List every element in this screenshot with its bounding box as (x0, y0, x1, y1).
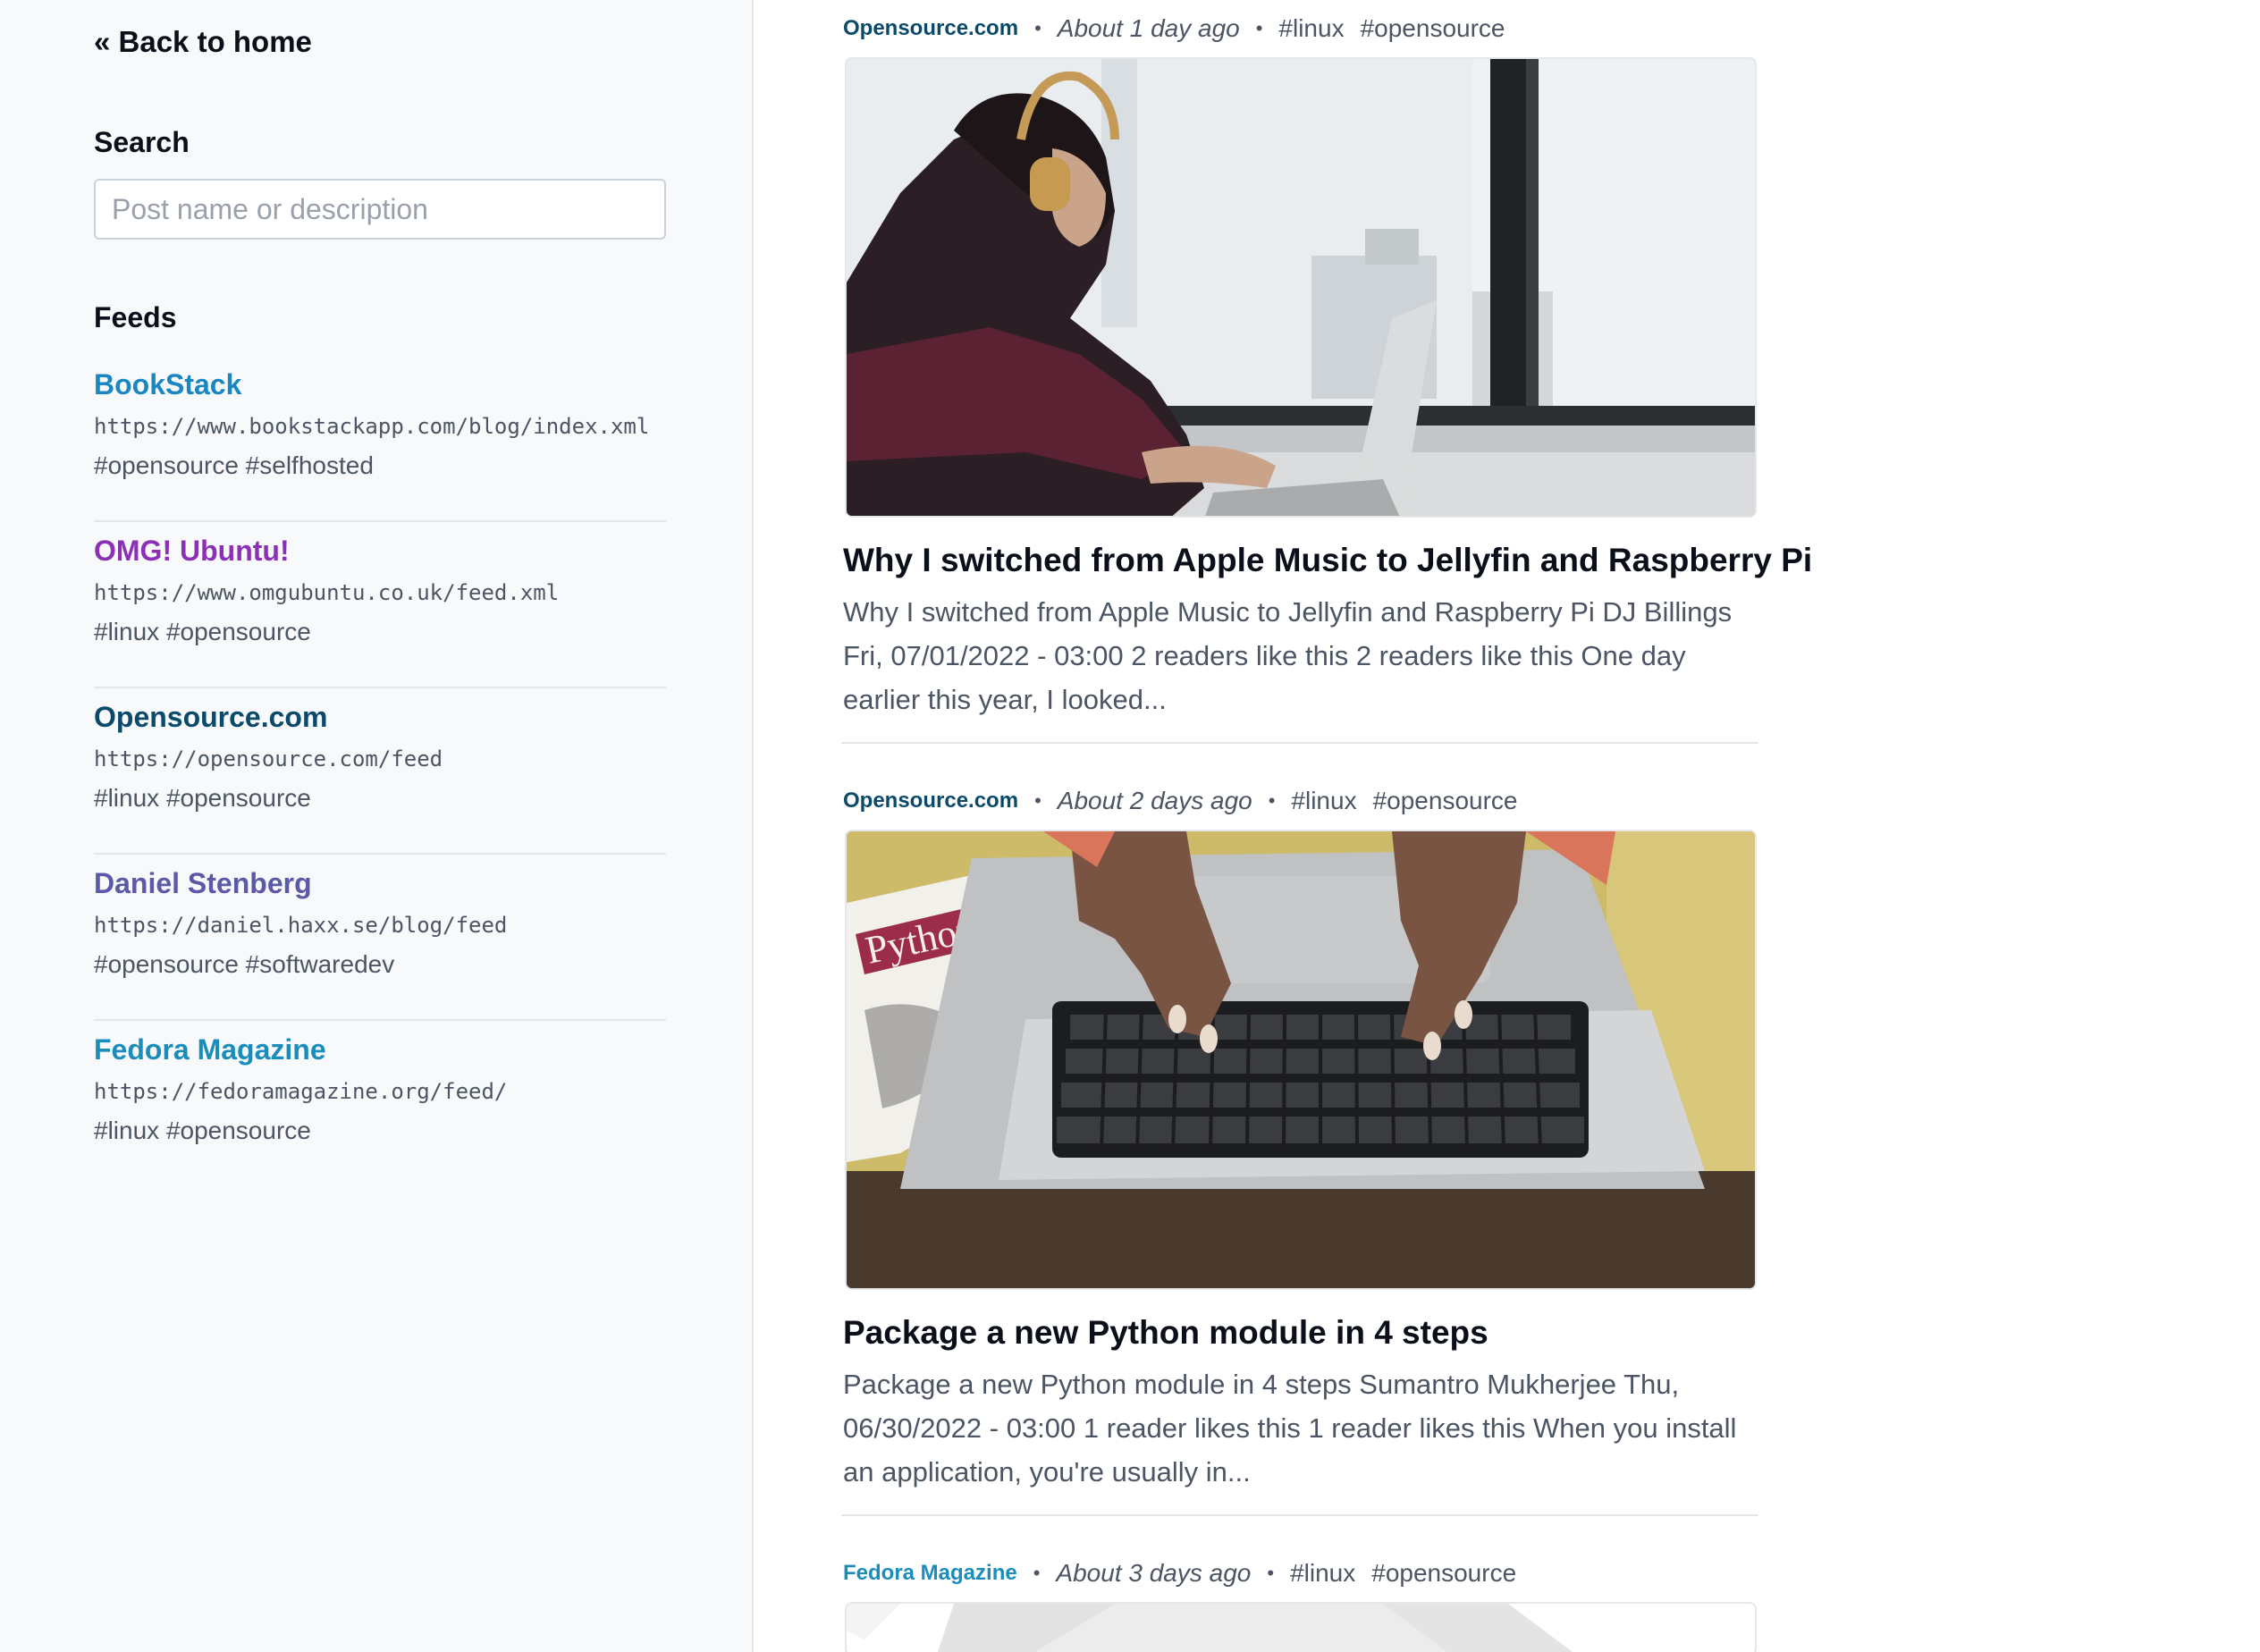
meta-separator: • (1267, 1562, 1275, 1584)
post-meta: Fedora Magazine • About 3 days ago • #li… (843, 1555, 1532, 1591)
search-input[interactable] (94, 179, 666, 240)
feed-url: https://fedoramagazine.org/feed/ (94, 1079, 508, 1104)
feed-name-link[interactable]: Opensource.com (94, 699, 666, 735)
feed-item: OMG! Ubuntu! https://www.omgubuntu.co.uk… (94, 522, 666, 688)
feed-tags: #linux #opensource (94, 784, 311, 812)
sidebar: « Back to home Search Feeds BookStack ht… (0, 0, 754, 1652)
feed-item: Opensource.com https://opensource.com/fe… (94, 688, 666, 855)
feed-list: BookStack https://www.bookstackapp.com/b… (94, 356, 666, 1187)
feed-item: Fedora Magazine https://fedoramagazine.o… (94, 1021, 666, 1187)
post-title-link[interactable]: Why I switched from Apple Music to Jelly… (843, 542, 1812, 579)
meta-separator: • (1268, 789, 1276, 812)
post-divider (841, 1514, 1758, 1516)
feed-item: BookStack https://www.bookstackapp.com/b… (94, 356, 666, 522)
post-description: Package a new Python module in 4 steps S… (843, 1369, 1737, 1488)
post-tag-link[interactable]: #linux (1278, 14, 1344, 43)
feeds-heading: Feeds (94, 301, 177, 333)
post-tag-link[interactable]: #opensource (1371, 1559, 1516, 1588)
meta-separator: • (1255, 17, 1263, 39)
search-heading: Search (94, 126, 190, 158)
post-divider (841, 742, 1758, 744)
feed-name-link[interactable]: OMG! Ubuntu! (94, 533, 666, 569)
feed-url: https://www.bookstackapp.com/blog/index.… (94, 414, 650, 439)
feed-url: https://opensource.com/feed (94, 746, 443, 771)
post-source-link[interactable]: Opensource.com (843, 788, 1018, 813)
post-image[interactable] (845, 1602, 1757, 1652)
post-date: About 3 days ago (1056, 1559, 1252, 1587)
post-tag-link[interactable]: #linux (1291, 787, 1356, 815)
feed-url: https://daniel.haxx.se/blog/feed (94, 913, 508, 938)
feed-item: Daniel Stenberg https://daniel.haxx.se/b… (94, 855, 666, 1021)
post-meta: Opensource.com • About 2 days ago • #lin… (843, 783, 1534, 819)
meta-separator: • (1034, 17, 1041, 39)
post-source-link[interactable]: Opensource.com (843, 16, 1018, 41)
post-image[interactable] (845, 57, 1757, 518)
meta-separator: • (1033, 1562, 1041, 1584)
post-tag-link[interactable]: #linux (1290, 1559, 1355, 1588)
post-date: About 1 day ago (1057, 14, 1240, 42)
post-description: Why I switched from Apple Music to Jelly… (843, 596, 1733, 715)
post-tag-link[interactable]: #opensource (1373, 787, 1518, 815)
post-tag-link[interactable]: #opensource (1361, 14, 1505, 43)
feed-name-link[interactable]: Daniel Stenberg (94, 865, 666, 901)
post-title-link[interactable]: Package a new Python module in 4 steps (843, 1314, 1488, 1352)
feed-tags: #linux #opensource (94, 618, 311, 645)
feed-tags: #opensource #selfhosted (94, 451, 374, 479)
woman-with-laptop-photo (847, 59, 1755, 516)
fedora-post-image (847, 1604, 1755, 1652)
feed-name-link[interactable]: BookStack (94, 367, 666, 402)
back-to-home-link[interactable]: « Back to home (94, 25, 312, 59)
feed-url: https://www.omgubuntu.co.uk/feed.xml (94, 580, 560, 605)
meta-separator: • (1034, 789, 1041, 812)
post-date: About 2 days ago (1057, 787, 1252, 814)
feed-tags: #linux #opensource (94, 1117, 311, 1144)
feed-name-link[interactable]: Fedora Magazine (94, 1032, 666, 1067)
post-meta: Opensource.com • About 1 day ago • #linu… (843, 11, 1522, 46)
feed-tags: #opensource #softwaredev (94, 950, 395, 978)
laptop-typing-photo: Python (847, 831, 1755, 1288)
post-image[interactable]: Python (845, 830, 1757, 1290)
post-source-link[interactable]: Fedora Magazine (843, 1561, 1017, 1586)
